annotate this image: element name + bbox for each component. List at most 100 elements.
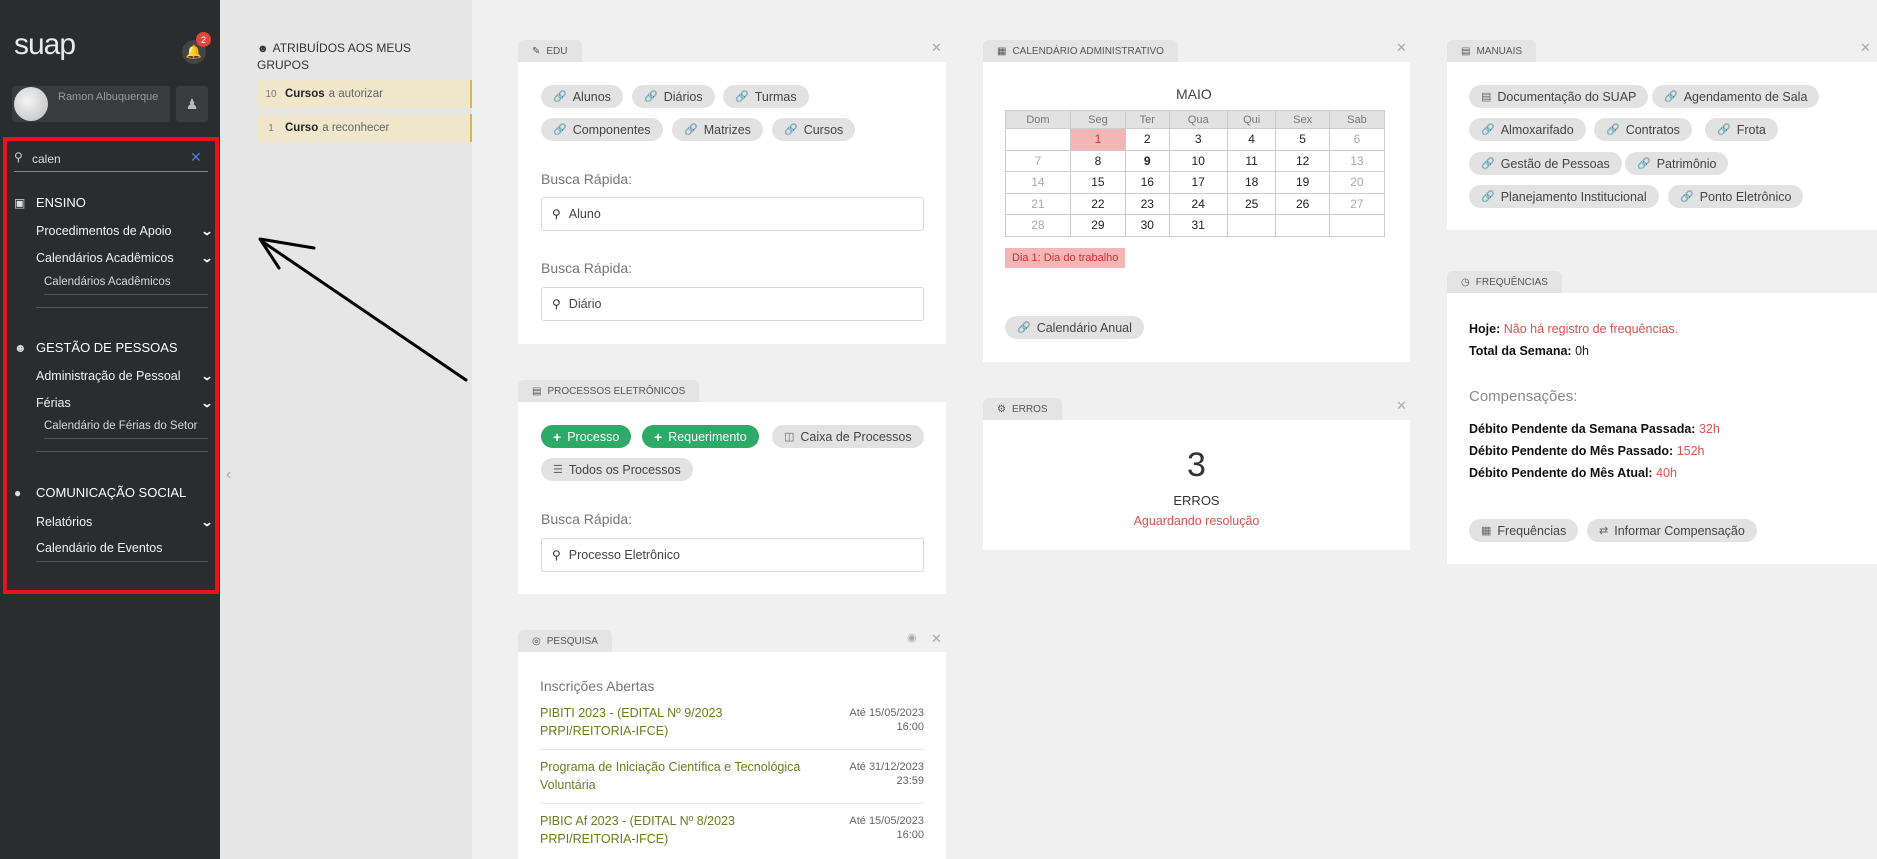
calendar-day[interactable]: 27 — [1328, 192, 1386, 215]
quick-search-aluno[interactable]: ⚲ Aluno — [541, 197, 924, 231]
tab-calendario[interactable]: ▦ CALENDÁRIO ADMINISTRATIVO — [983, 40, 1178, 62]
tab-processos[interactable]: ▤ PROCESSOS ELETRÔNICOS — [518, 380, 700, 402]
calendar-day[interactable]: 8 — [1069, 149, 1126, 172]
calendar-day[interactable]: 5 — [1275, 128, 1330, 151]
link-icon: 🔗 — [1481, 158, 1495, 170]
calendar-day[interactable]: 21 — [1005, 192, 1071, 215]
manual-documentacao[interactable]: ▤ Documentação do SUAP — [1469, 85, 1649, 108]
calendario-anual-link[interactable]: 🔗 Calendário Anual — [1005, 316, 1144, 339]
calendar-day[interactable]: 12 — [1275, 149, 1330, 172]
new-processo-button[interactable]: + Processo — [541, 425, 632, 448]
calendar-day[interactable]: 15 — [1069, 171, 1126, 194]
calendar-day[interactable]: 9 — [1124, 149, 1170, 172]
calendar-day[interactable]: 31 — [1168, 214, 1228, 237]
debito-mes-passado: Débito Pendente do Mês Passado: 152h — [1469, 444, 1705, 458]
error-count[interactable]: 3 — [983, 446, 1410, 485]
tab-frequencias[interactable]: ◷ FREQUÊNCIAS — [1447, 271, 1562, 293]
close-icon[interactable]: ✕ — [1396, 40, 1407, 56]
close-icon[interactable]: ✕ — [1860, 40, 1871, 56]
todos-processos-button[interactable]: ☰ Todos os Processos — [541, 458, 693, 481]
manual-agendamento[interactable]: 🔗 Agendamento de Sala — [1652, 85, 1820, 108]
link-componentes[interactable]: 🔗 Componentes — [541, 118, 663, 141]
group-row-curso-reconhecer[interactable]: 1 Curso a reconhecer — [257, 114, 473, 142]
calendar-day[interactable]: 22 — [1069, 192, 1126, 215]
list-item[interactable]: PIBITI 2023 - (EDITAL Nº 9/2023 PRPI/REI… — [540, 704, 924, 750]
list-item[interactable]: Programa de Iniciação Científica e Tecno… — [540, 758, 924, 804]
calendar-day[interactable]: 19 — [1275, 171, 1330, 194]
manual-almoxarifado[interactable]: 🔗 Almoxarifado — [1469, 118, 1586, 141]
user-profile-box[interactable]: Ramon Albuquerque — [12, 86, 170, 122]
frequencias-button[interactable]: ▦ Frequências — [1469, 519, 1579, 542]
calendar-day[interactable]: 16 — [1124, 171, 1170, 194]
file-icon: ▤ — [1481, 91, 1492, 103]
book-icon: ▤ — [1461, 45, 1471, 57]
list-item[interactable]: PIBIC Af 2023 - (EDITAL Nº 8/2023 PRPI/R… — [540, 812, 924, 858]
tab-pesquisa[interactable]: ◎ PESQUISA — [518, 630, 612, 652]
calendar-week: 123456 — [1005, 128, 1386, 151]
calendar-day[interactable]: 6 — [1328, 128, 1386, 151]
manual-planejamento[interactable]: 🔗 Planejamento Institucional — [1469, 185, 1659, 208]
globe-icon: ◎ — [532, 635, 541, 647]
inbox-icon: ◫ — [784, 431, 795, 443]
calendar-day[interactable]: 29 — [1069, 214, 1126, 237]
weekday-header: Dom — [1005, 110, 1071, 129]
new-requerimento-button[interactable]: + Requerimento — [642, 425, 759, 448]
manual-ponto[interactable]: 🔗 Ponto Eletrônico — [1668, 185, 1804, 208]
pesquisa-item-title: PIBIC Af 2023 - (EDITAL Nº 8/2023 PRPI/R… — [540, 814, 735, 846]
calendar-day[interactable]: 18 — [1226, 171, 1277, 194]
link-icon: 🔗 — [1017, 322, 1031, 334]
link-icon: 🔗 — [1680, 191, 1694, 203]
manual-patrimonio[interactable]: 🔗 Patrimônio — [1625, 152, 1729, 175]
tab-edu[interactable]: ✎ EDU — [518, 40, 582, 62]
calendar-day[interactable]: 20 — [1328, 171, 1386, 194]
calendar-day[interactable]: 28 — [1005, 214, 1071, 237]
quick-search-label: Busca Rápida: — [541, 511, 633, 527]
link-icon: 🔗 — [553, 124, 567, 136]
pesquisa-item-title: PIBITI 2023 - (EDITAL Nº 9/2023 PRPI/REI… — [540, 706, 723, 738]
calendar-day[interactable]: 7 — [1005, 149, 1071, 172]
calendar-day[interactable]: 17 — [1168, 171, 1228, 194]
calendar-day[interactable]: 14 — [1005, 171, 1071, 194]
link-icon: 🔗 — [735, 91, 749, 103]
link-turmas[interactable]: 🔗 Turmas — [723, 85, 809, 108]
manual-frota[interactable]: 🔗 Frota — [1705, 118, 1778, 141]
calendar-day[interactable]: 3 — [1168, 128, 1228, 151]
link-cursos[interactable]: 🔗 Cursos — [772, 118, 856, 141]
close-icon[interactable]: ✕ — [1396, 398, 1407, 414]
calendar-week: 28 29 30 31 — [1005, 214, 1386, 237]
collapse-sidebar-icon[interactable]: ‹ — [226, 466, 231, 484]
calendar-day[interactable]: 25 — [1226, 192, 1277, 215]
link-diarios[interactable]: 🔗 Diários — [632, 85, 715, 108]
suap-logo[interactable]: suap — [14, 28, 76, 62]
calendar-day[interactable]: 10 — [1168, 149, 1228, 172]
informar-compensacao-button[interactable]: ⇄ Informar Compensação — [1587, 519, 1757, 542]
close-icon[interactable]: ✕ — [931, 631, 942, 647]
caixa-processos-button[interactable]: ◫ Caixa de Processos — [772, 425, 924, 448]
close-icon[interactable]: ✕ — [931, 40, 942, 56]
link-matrizes[interactable]: 🔗 Matrizes — [672, 118, 763, 141]
calendar-day[interactable]: 13 — [1328, 149, 1386, 172]
calendar-day[interactable]: 23 — [1124, 192, 1170, 215]
users-icon: ☻ — [257, 43, 269, 55]
quick-search-label: Busca Rápida: — [541, 171, 633, 187]
user-icon[interactable]: ♟ — [176, 86, 208, 122]
quick-search-diario[interactable]: ⚲ Diário — [541, 287, 924, 321]
eye-icon[interactable]: ◉ — [907, 631, 917, 644]
calendar-day[interactable]: 24 — [1168, 192, 1228, 215]
tab-manuais[interactable]: ▤ MANUAIS — [1447, 40, 1537, 62]
calendar-day[interactable]: 30 — [1124, 214, 1170, 237]
group-row-cursos-autorizar[interactable]: 10 Cursos a autorizar — [257, 80, 473, 108]
calendar-day[interactable]: 11 — [1226, 149, 1277, 172]
manual-gestao-pessoas[interactable]: 🔗 Gestão de Pessoas — [1469, 152, 1622, 175]
manual-contratos[interactable]: 🔗 Contratos — [1594, 118, 1692, 141]
quick-search-processo[interactable]: ⚲ Processo Eletrônico — [541, 538, 924, 572]
calendar-day[interactable]: 26 — [1275, 192, 1330, 215]
link-icon: 🔗 — [1481, 191, 1495, 203]
link-alunos[interactable]: 🔗 Alunos — [541, 85, 623, 108]
calendar-day[interactable]: 1 — [1069, 128, 1126, 151]
calendar-day[interactable]: 2 — [1124, 128, 1170, 151]
inscricoes-title: Inscrições Abertas — [540, 678, 655, 694]
group-rest: a reconhecer — [322, 122, 390, 134]
tab-erros[interactable]: ⚙ ERROS — [983, 398, 1062, 420]
calendar-day[interactable]: 4 — [1226, 128, 1277, 151]
